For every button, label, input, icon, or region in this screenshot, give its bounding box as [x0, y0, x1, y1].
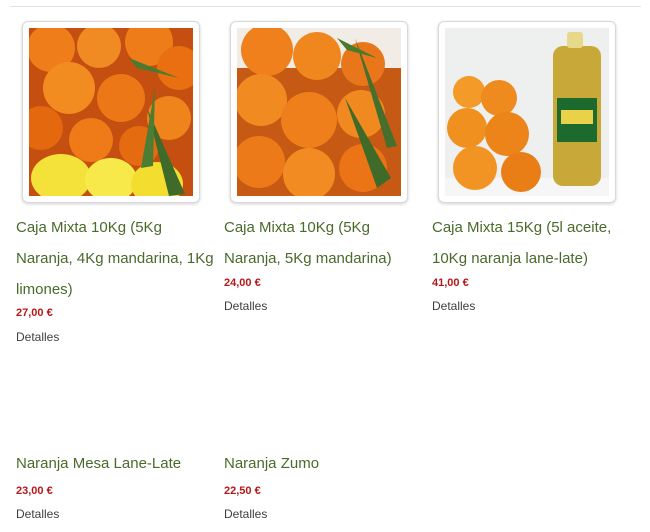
- product-title[interactable]: Caja Mixta 10Kg (5Kg Naranja, 5Kg mandar…: [224, 212, 424, 274]
- product-card: Caja Mixta 15Kg (5l aceite, 10Kg naranja…: [432, 6, 632, 326]
- product-price: 22,50 €: [224, 485, 261, 497]
- product-image-link[interactable]: [438, 21, 616, 203]
- product-price: 24,00 €: [224, 277, 261, 289]
- details-link[interactable]: Detalles: [224, 507, 267, 521]
- details-link[interactable]: Detalles: [224, 299, 267, 313]
- mixed-oranges-lemons-photo: [29, 28, 193, 196]
- product-card: Caja Mixta 10Kg (5Kg Naranja, 4Kg mandar…: [16, 6, 216, 346]
- product-price: 23,00 €: [16, 485, 53, 497]
- product-title[interactable]: Caja Mixta 10Kg (5Kg Naranja, 4Kg mandar…: [16, 212, 216, 305]
- product-image-link[interactable]: [230, 21, 408, 203]
- oranges-mandarins-photo: [237, 28, 401, 196]
- product-card: Naranja Zumo 22,50 € Detalles: [224, 440, 424, 530]
- product-title[interactable]: Naranja Mesa Lane-Late: [16, 448, 216, 479]
- product-card: Caja Mixta 10Kg (5Kg Naranja, 5Kg mandar…: [224, 6, 424, 326]
- product-title[interactable]: Naranja Zumo: [224, 448, 424, 479]
- details-link[interactable]: Detalles: [432, 299, 475, 313]
- product-price: 27,00 €: [16, 307, 53, 319]
- details-link[interactable]: Detalles: [16, 330, 59, 344]
- oranges-olive-oil-photo: [445, 28, 609, 196]
- details-link[interactable]: Detalles: [16, 507, 59, 521]
- product-price: 41,00 €: [432, 277, 469, 289]
- product-card: Naranja Mesa Lane-Late 23,00 € Detalles: [16, 440, 216, 530]
- product-image-link[interactable]: [22, 21, 200, 203]
- product-title[interactable]: Caja Mixta 15Kg (5l aceite, 10Kg naranja…: [432, 212, 632, 274]
